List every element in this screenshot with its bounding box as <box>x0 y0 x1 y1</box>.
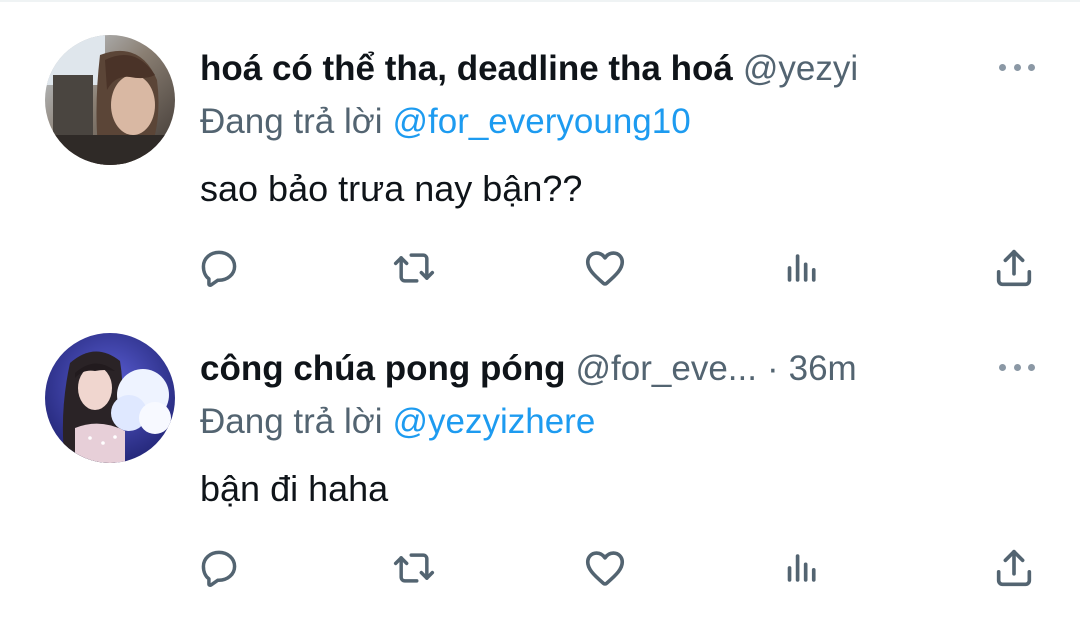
reply-button[interactable] <box>191 540 247 596</box>
replying-to-mention[interactable]: @yezyizhere <box>392 402 595 441</box>
dot <box>1028 363 1035 371</box>
tweet-reply-1[interactable]: hoá có thể tha, deadline tha hoá @yezyi … <box>0 0 1080 300</box>
replying-to-label: Đang trả lời <box>200 102 383 141</box>
replying-to: Đang trả lời @yezyizhere <box>200 402 595 442</box>
avatar-yezyi[interactable] <box>45 35 175 165</box>
dot <box>1013 363 1021 371</box>
tweet-actions <box>0 540 1080 596</box>
heart-icon <box>585 251 625 286</box>
views-bars-icon <box>787 554 816 582</box>
user-handle[interactable]: @for_eve... <box>576 349 757 389</box>
user-handle[interactable]: @yezyi <box>743 49 858 89</box>
replying-to-label: Đang trả lời <box>200 402 383 441</box>
tweet-text: sao bảo trưa nay bận?? <box>200 168 583 209</box>
retweet-icon <box>393 553 435 583</box>
tweet-header: công chúa pong póng @for_eve... · 36m <box>200 345 857 393</box>
dot <box>999 363 1006 371</box>
share-upload-icon <box>996 249 1032 287</box>
retweet-button[interactable] <box>386 240 442 296</box>
display-name[interactable]: hoá có thể tha, deadline tha hoá <box>200 49 733 89</box>
retweet-button[interactable] <box>386 540 442 596</box>
views-button[interactable] <box>774 540 830 596</box>
avatar-photo-icon <box>45 333 175 463</box>
reply-bubble-icon <box>201 550 237 587</box>
dot <box>999 63 1006 71</box>
avatar-photo-icon <box>45 35 175 165</box>
like-button[interactable] <box>577 540 633 596</box>
tweet-text: bận đi haha <box>200 468 389 509</box>
share-button[interactable] <box>986 540 1042 596</box>
views-button[interactable] <box>774 240 830 296</box>
timestamp[interactable]: 36m <box>789 349 857 389</box>
replying-to: Đang trả lời @for_everyoung10 <box>200 102 691 142</box>
display-name[interactable]: công chúa pong póng <box>200 349 566 389</box>
like-button[interactable] <box>577 240 633 296</box>
share-button[interactable] <box>986 240 1042 296</box>
more-options-icon[interactable] <box>999 54 1035 80</box>
dot <box>1013 63 1021 71</box>
tweet-reply-2[interactable]: công chúa pong póng @for_eve... · 36m Đa… <box>0 300 1080 600</box>
reply-button[interactable] <box>191 240 247 296</box>
heart-icon <box>585 551 625 586</box>
avatar-for-everyoung10[interactable] <box>45 333 175 463</box>
replying-to-mention[interactable]: @for_everyoung10 <box>392 102 690 141</box>
more-options-icon[interactable] <box>999 354 1035 380</box>
tweet-header: hoá có thể tha, deadline tha hoá @yezyi <box>200 45 858 93</box>
separator-dot: · <box>766 349 779 388</box>
retweet-icon <box>393 253 435 283</box>
tweet-actions <box>0 240 1080 296</box>
views-bars-icon <box>787 254 816 282</box>
dot <box>1028 63 1035 71</box>
share-upload-icon <box>996 549 1032 587</box>
reply-bubble-icon <box>201 250 237 287</box>
